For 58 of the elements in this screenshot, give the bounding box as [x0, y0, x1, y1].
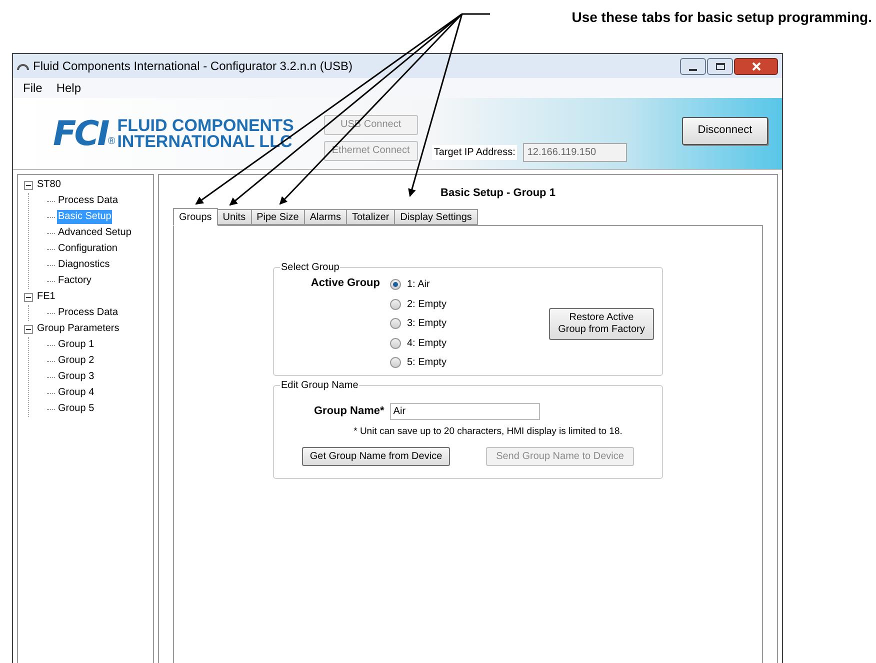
- tree-item[interactable]: Group 4: [57, 386, 96, 400]
- tab[interactable]: Display Settings: [394, 209, 478, 225]
- minimize-button[interactable]: [680, 58, 706, 74]
- tree-item[interactable]: Advanced Setup: [57, 226, 132, 240]
- tree-item[interactable]: Group Parameters: [36, 322, 120, 336]
- tree-item[interactable]: FE1: [36, 290, 56, 304]
- group-name-field[interactable]: Air: [390, 402, 540, 420]
- radio-button[interactable]: [390, 279, 401, 290]
- close-button[interactable]: [734, 58, 778, 74]
- active-group-label: Active Group: [310, 276, 380, 291]
- tree-item[interactable]: Configuration: [57, 242, 118, 256]
- tab[interactable]: Totalizer: [346, 209, 396, 225]
- radio-button[interactable]: [390, 357, 401, 368]
- tab[interactable]: Pipe Size: [250, 209, 305, 225]
- logo-text: FLUID COMPONENTS: [117, 118, 294, 134]
- tree-item[interactable]: Process Data: [57, 194, 120, 208]
- radio-label: 2: Empty: [407, 298, 446, 312]
- registered-mark: ®: [108, 136, 116, 148]
- tree-item[interactable]: Factory: [57, 274, 92, 288]
- radio-button[interactable]: [390, 318, 401, 330]
- maximize-button[interactable]: [707, 58, 733, 74]
- group-box-title: Select Group: [280, 261, 340, 275]
- collapse-icon[interactable]: [24, 292, 33, 302]
- gauge-icon: [17, 61, 29, 71]
- tree-item[interactable]: Group 3: [57, 370, 96, 384]
- tree-item[interactable]: Group 2: [57, 354, 96, 368]
- device-button[interactable]: Get Group Name from Device: [302, 446, 450, 466]
- tree-item[interactable]: ST80: [36, 178, 62, 192]
- tree-item[interactable]: Group 5: [57, 402, 96, 416]
- radio-label: 1: Air: [407, 278, 430, 292]
- ip-address-field[interactable]: 12.166.119.150: [523, 143, 628, 162]
- close-icon: [752, 62, 760, 70]
- tree-item[interactable]: Process Data: [57, 306, 120, 320]
- tree-item[interactable]: Group 1: [57, 338, 96, 352]
- group-name-label: Group Name*: [314, 404, 384, 419]
- window-title: Fluid Components International - Configurator 3.2.n.n (USB): [33, 58, 352, 75]
- menu-item[interactable]: Help: [56, 79, 82, 97]
- restore-button[interactable]: Restore Active Group from Factory: [549, 308, 654, 340]
- leader-line: [462, 13, 490, 15]
- tab[interactable]: Alarms: [304, 209, 347, 225]
- ip-label: Target IP Address:: [432, 145, 518, 160]
- collapse-icon[interactable]: [24, 324, 33, 334]
- radio-label: 3: Empty: [407, 317, 446, 332]
- radio-button[interactable]: [390, 298, 401, 310]
- tab[interactable]: Groups: [173, 208, 218, 226]
- collapse-icon[interactable]: [24, 180, 33, 190]
- callout-text: Use these tabs for basic setup programming.: [572, 8, 872, 27]
- logo-mark: FCI: [53, 116, 108, 150]
- tab[interactable]: Units: [216, 209, 252, 225]
- radio-label: 4: Empty: [407, 336, 446, 351]
- radio-label: 5: Empty: [407, 356, 446, 370]
- radio-button[interactable]: [390, 338, 401, 349]
- group-box-title: Edit Group Name: [280, 378, 360, 392]
- tree-item[interactable]: Diagnostics: [57, 258, 111, 272]
- panel-title: Basic Setup - Group 1: [440, 186, 556, 201]
- menu-item[interactable]: File: [23, 79, 42, 97]
- disconnect-button[interactable]: Disconnect: [682, 116, 768, 144]
- note-text: * Unit can save up to 20 characters, HMI display is limited to 18.: [354, 424, 622, 438]
